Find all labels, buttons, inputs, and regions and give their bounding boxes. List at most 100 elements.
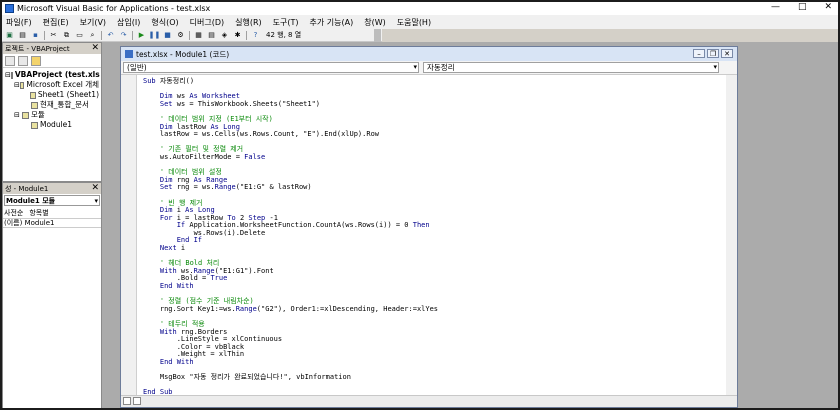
tree-item-label: Sheet1 (Sheet1) [37,90,99,99]
code-line[interactable]: Next i [143,244,438,253]
tree-item[interactable]: Sheet1 (Sheet1) [5,90,99,100]
tab-alphabetic[interactable]: 사전순 [4,208,23,218]
menu-run[interactable]: 실행(R) [235,17,262,28]
code-line[interactable]: lastRow = ws.Cells(ws.Rows.Count, "E").E… [143,131,438,139]
menu-file[interactable]: 파일(F) [6,17,32,28]
code-window: test.xlsx - Module1 (코드) – ❐ ✕ (일반) ▾ 자동… [120,46,738,408]
project-explorer-icon[interactable]: ▦ [194,31,203,40]
vba-editor-window: Microsoft Visual Basic for Applications … [0,0,840,410]
menu-help[interactable]: 도움말(H) [397,17,431,28]
view-object-icon[interactable] [18,56,28,66]
code-window-controls: – ❐ ✕ [693,49,733,58]
code-line[interactable]: Set ws = ThisWorkbook.Sheets("Sheet1") [143,100,438,109]
toolbar-separator [132,30,133,40]
tree-item[interactable]: ⊟ Microsoft Excel 개체 [5,80,99,90]
menu-format[interactable]: 형식(O) [151,17,178,28]
maximize-button[interactable]: □ [798,2,807,12]
folder-icon [22,111,29,119]
procedure-view-icon[interactable] [123,397,131,405]
property-row-name[interactable]: (이름) Module1 [3,218,101,228]
folder-icon [31,121,38,129]
folder-icon [10,71,13,79]
menu-tools[interactable]: 도구(T) [273,17,299,28]
project-explorer-toolbar [3,54,101,68]
window-title: Microsoft Visual Basic for Applications … [17,4,211,13]
code-editor[interactable]: Sub 자동정리() Dim ws As Worksheet Set ws = … [121,75,727,396]
menu-debug[interactable]: 디버그(D) [190,17,224,28]
code-text[interactable]: Sub 자동정리() Dim ws As Worksheet Set ws = … [143,77,438,397]
horizontal-scrollbar[interactable] [121,395,737,407]
chevron-down-icon: ▾ [94,196,98,205]
properties-tabs: 사전순 항목별 [3,207,101,218]
design-mode-icon[interactable]: ⚙ [176,31,185,40]
toggle-folders-icon[interactable] [31,56,41,66]
folder-icon [29,91,36,99]
properties-object-label: Module1 모듈 [6,196,56,205]
run-icon[interactable]: ▶ [137,31,146,40]
close-icon[interactable]: ✕ [721,49,733,58]
menu-window[interactable]: 창(W) [364,17,386,28]
object-combo[interactable]: (일반) ▾ [123,62,419,73]
chevron-down-icon: ▾ [413,63,417,71]
minimize-icon[interactable]: – [693,49,705,58]
code-line[interactable] [143,382,438,390]
close-icon[interactable]: ✕ [91,183,99,193]
code-line[interactable]: End With [143,282,438,291]
minimize-button[interactable]: — [771,2,780,12]
collapse-icon[interactable]: ⊟ [14,110,22,120]
tree-item[interactable]: ⊟ VBAProject (test.xls [5,70,100,80]
tree-item[interactable]: 현재_통합_문서 [5,100,99,110]
tree-item[interactable]: Module1 [5,120,99,130]
properties-title: 성 - Module1 [5,184,49,193]
tree-item-label: 모듈 [31,110,45,119]
tree-item-label: Module1 [40,120,73,129]
toolbar-separator [246,30,247,40]
reset-icon[interactable]: ■ [163,31,172,40]
toolbar-separator [189,30,190,40]
copy-icon[interactable]: ⧉ [62,31,71,40]
window-controls: — □ ✕ [771,2,832,12]
paste-icon[interactable]: ▭ [75,31,84,40]
insert-module-icon[interactable]: ▤ [18,31,27,40]
redo-icon[interactable]: ↷ [119,31,128,40]
code-gutter[interactable] [121,75,137,396]
break-icon[interactable]: ❚❚ [149,31,161,40]
properties-window: 성 - Module1 ✕ Module1 모듈 ▾ 사전순 항목별 (이름) … [2,182,102,408]
menu-addins[interactable]: 추가 기능(A) [310,17,354,28]
menu-view[interactable]: 보기(V) [80,17,106,28]
properties-icon[interactable]: ▤ [207,31,216,40]
project-explorer-title: 로젝트 - VBAProject [5,44,70,53]
tab-categorized[interactable]: 항목별 [29,208,48,218]
toolbar-grip[interactable] [374,29,381,42]
vertical-scrollbar[interactable] [726,75,737,396]
save-icon[interactable]: ▪ [31,31,40,40]
code-line[interactable]: MsgBox "자동 정리가 완료되었습니다!", vbInformation [143,374,438,382]
menu-edit[interactable]: 편집(E) [43,17,69,28]
procedure-combo[interactable]: 자동정리 ▾ [423,62,719,73]
properties-object-select[interactable]: Module1 모듈 ▾ [4,195,100,206]
code-line[interactable]: End If [143,237,438,245]
tree-item-label: VBAProject (test.xls [14,70,100,79]
object-browser-icon[interactable]: ◈ [220,31,229,40]
code-line[interactable]: Set rng = ws.Range("E1:G" & lastRow) [143,184,438,192]
toolbox-icon[interactable]: ✱ [233,31,242,40]
code-line[interactable]: End With [143,358,438,367]
view-code-icon[interactable] [5,56,15,66]
full-module-view-icon[interactable] [133,397,141,405]
restore-icon[interactable]: ❐ [707,49,719,58]
close-icon[interactable]: ✕ [91,43,99,53]
tree-item[interactable]: ⊟ 모듈 [5,110,99,120]
project-tree: ⊟ VBAProject (test.xls ⊟ Microsoft Excel 개체… [3,68,101,132]
close-button[interactable]: ✕ [824,2,832,12]
menu-insert[interactable]: 삽입(I) [117,17,140,28]
code-line[interactable]: rng.Sort Key1:=ws.Range("G2"), Order1:=x… [143,305,438,314]
excel-view-icon[interactable]: ▣ [5,31,14,40]
toolbar-separator [44,30,45,40]
code-line[interactable]: ws.AutoFilterMode = False [143,153,438,162]
help-icon[interactable]: ? [251,31,260,40]
project-explorer: 로젝트 - VBAProject ✕ ⊟ VBAProject (test.xls… [2,42,102,182]
find-icon[interactable]: ⌕ [88,31,97,40]
undo-icon[interactable]: ↶ [106,31,115,40]
cut-icon[interactable]: ✂ [49,31,58,40]
code-line[interactable]: Sub 자동정리() [143,77,438,86]
